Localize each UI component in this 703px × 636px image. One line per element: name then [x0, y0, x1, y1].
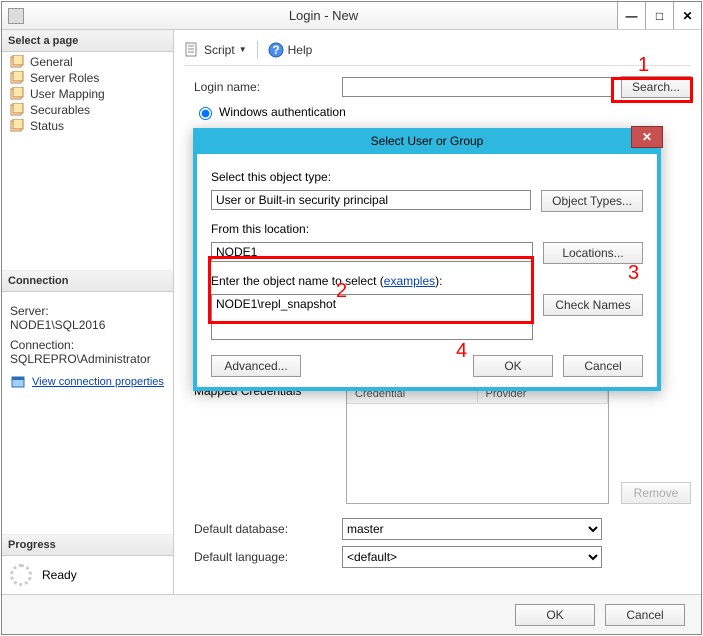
connection-header: Connection	[2, 270, 173, 292]
minimize-button[interactable]: —	[617, 2, 645, 29]
script-dropdown-icon[interactable]: ▼	[239, 45, 247, 54]
page-list: General Server Roles User Mapping Secura…	[2, 52, 173, 136]
mapped-credentials-label: Mapped Credentials	[194, 384, 334, 504]
dialog-close-button[interactable]: ✕	[631, 126, 663, 148]
page-status[interactable]: Status	[2, 118, 173, 134]
window-title: Login - New	[30, 8, 617, 23]
script-button[interactable]: Script	[204, 43, 235, 57]
login-name-input[interactable]	[342, 77, 613, 97]
default-database-label: Default database:	[184, 522, 334, 536]
mapped-credentials-list[interactable]: Credential Provider	[346, 384, 609, 504]
default-database-select[interactable]: master	[342, 518, 602, 540]
toolbar: Script ▼ ? Help	[184, 38, 691, 66]
default-language-select[interactable]: <default>	[342, 546, 602, 568]
login-name-label: Login name:	[184, 80, 334, 94]
view-connection-properties-link[interactable]: View connection properties	[32, 376, 164, 388]
cancel-button[interactable]: Cancel	[605, 604, 685, 626]
select-page-header: Select a page	[2, 30, 173, 52]
page-label: General	[30, 55, 73, 69]
help-button[interactable]: Help	[288, 43, 313, 57]
connection-label: Connection:	[10, 338, 165, 352]
page-icon	[10, 87, 24, 101]
object-types-button[interactable]: Object Types...	[541, 190, 643, 212]
page-icon	[10, 71, 24, 85]
page-icon	[10, 103, 24, 117]
page-label: Server Roles	[30, 71, 99, 85]
object-type-label: Select this object type:	[211, 170, 643, 184]
connection-info: Server: NODE1\SQL2016 Connection: SQLREP…	[2, 292, 173, 372]
properties-icon	[10, 374, 26, 390]
titlebar: Login - New — □ ✕	[2, 2, 701, 30]
page-general[interactable]: General	[2, 54, 173, 70]
object-type-field	[211, 190, 531, 210]
help-icon: ?	[268, 42, 284, 58]
dialog-title: Select User or Group ✕	[195, 130, 659, 154]
bottom-bar: OK Cancel	[2, 594, 701, 634]
page-securables[interactable]: Securables	[2, 102, 173, 118]
server-value: NODE1\SQL2016	[10, 318, 165, 332]
page-server-roles[interactable]: Server Roles	[2, 70, 173, 86]
app-icon	[8, 8, 24, 24]
check-names-button[interactable]: Check Names	[543, 294, 643, 316]
location-field	[211, 242, 533, 262]
advanced-button[interactable]: Advanced...	[211, 355, 301, 377]
maximize-button[interactable]: □	[645, 2, 673, 29]
ok-button[interactable]: OK	[515, 604, 595, 626]
search-button[interactable]: Search...	[621, 76, 691, 98]
object-names-input[interactable]: NODE1\repl_snapshot	[211, 294, 533, 340]
page-label: Securables	[30, 103, 90, 117]
object-names-label: Enter the object name to select	[211, 274, 380, 288]
close-button[interactable]: ✕	[673, 2, 701, 29]
svg-text:?: ?	[272, 43, 279, 57]
select-user-dialog: Select User or Group ✕ Select this objec…	[193, 128, 661, 391]
progress-spinner-icon	[10, 564, 32, 586]
examples-link[interactable]: examples	[384, 274, 435, 288]
default-language-label: Default language:	[184, 550, 334, 564]
sidebar: Select a page General Server Roles User …	[2, 30, 174, 594]
dialog-cancel-button[interactable]: Cancel	[563, 355, 643, 377]
windows-auth-label: Windows authentication	[219, 105, 346, 119]
dialog-ok-button[interactable]: OK	[473, 355, 553, 377]
page-label: Status	[30, 119, 64, 133]
page-icon	[10, 119, 24, 133]
locations-button[interactable]: Locations...	[543, 242, 643, 264]
connection-value: SQLREPRO\Administrator	[10, 352, 165, 366]
remove-button: Remove	[621, 482, 691, 504]
server-label: Server:	[10, 304, 165, 318]
page-user-mapping[interactable]: User Mapping	[2, 86, 173, 102]
page-label: User Mapping	[30, 87, 105, 101]
page-icon	[10, 55, 24, 69]
script-icon	[184, 42, 200, 58]
progress-header: Progress	[2, 534, 173, 556]
progress-status: Ready	[42, 568, 77, 582]
windows-auth-radio[interactable]	[199, 107, 212, 120]
location-label: From this location:	[211, 222, 643, 236]
